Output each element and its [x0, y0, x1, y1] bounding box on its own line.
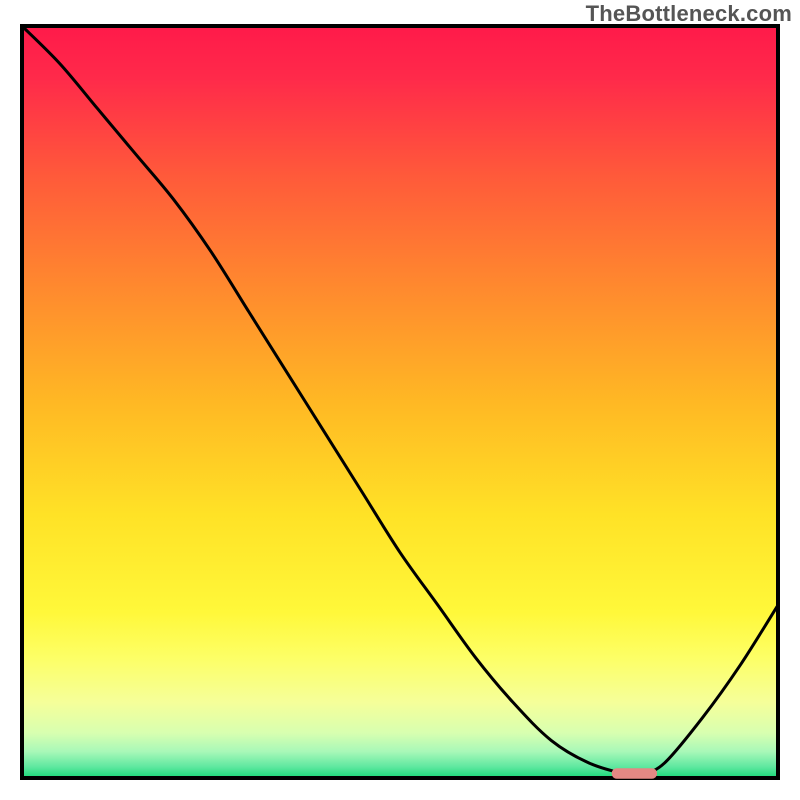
chart-container: TheBottleneck.com	[0, 0, 800, 800]
optimal-marker	[612, 768, 657, 779]
bottleneck-chart-svg	[0, 0, 800, 800]
plot-area	[22, 26, 778, 779]
plot-background	[22, 26, 778, 778]
watermark-text: TheBottleneck.com	[586, 1, 792, 27]
